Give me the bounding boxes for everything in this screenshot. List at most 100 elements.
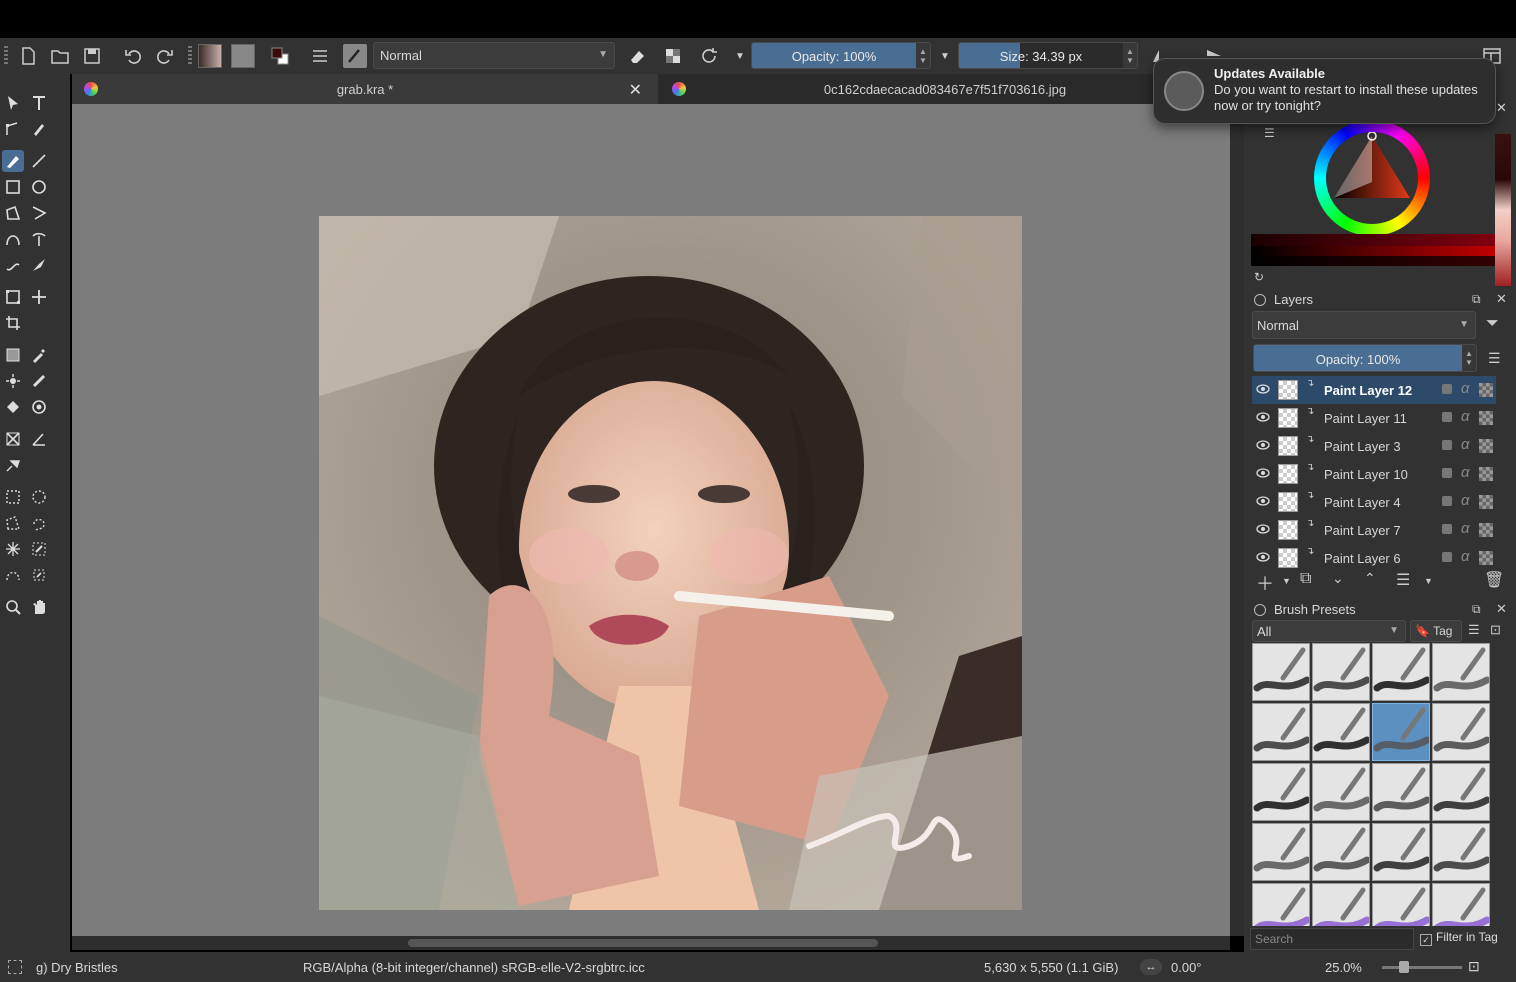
magnetic-select-icon[interactable]: [28, 564, 50, 586]
color-triangle[interactable]: [1330, 132, 1414, 212]
close-icon[interactable]: ✕: [1496, 601, 1507, 617]
alpha-lock-icon[interactable]: α: [1461, 520, 1470, 537]
size-spinner[interactable]: ▲ ▼: [1123, 43, 1137, 68]
ellipse-tool-icon[interactable]: [28, 176, 50, 198]
polygon-select-icon[interactable]: [2, 512, 24, 534]
layer-lock-icon[interactable]: [1442, 384, 1452, 394]
brush-preset-tile[interactable]: [1432, 883, 1490, 926]
visibility-eye-icon[interactable]: [1256, 439, 1270, 451]
lock-icon[interactable]: [1254, 603, 1266, 616]
gradient-tool-icon[interactable]: [2, 344, 24, 366]
zoom-tool-icon[interactable]: [2, 596, 24, 618]
current-brush-name[interactable]: g) Dry Bristles: [36, 960, 118, 975]
filter-icon[interactable]: ⏷: [1486, 315, 1499, 333]
brush-preset-tile[interactable]: [1432, 763, 1490, 821]
hamburger-menu-icon[interactable]: ☰: [1488, 350, 1501, 367]
pan-tool-icon[interactable]: [28, 596, 50, 618]
close-icon[interactable]: ✕: [1496, 100, 1507, 116]
brush-preset-tile[interactable]: [1432, 823, 1490, 881]
contiguous-select-icon[interactable]: [2, 538, 24, 560]
bezier-tool-icon[interactable]: [2, 228, 24, 250]
brush-preset-tile[interactable]: [1252, 883, 1310, 926]
filter-in-tag-checkbox[interactable]: ✓ Filter in Tag: [1420, 930, 1498, 946]
save-preset-icon[interactable]: ⊡: [1490, 622, 1501, 638]
brush-settings-icon[interactable]: [308, 44, 332, 68]
save-icon[interactable]: [80, 44, 104, 68]
brush-search-input[interactable]: Search: [1250, 928, 1414, 950]
calligraphy-icon[interactable]: [28, 118, 50, 140]
fill-tool-icon[interactable]: [2, 396, 24, 418]
horizontal-scrollbar[interactable]: [72, 936, 1230, 950]
alpha-lock-icon[interactable]: α: [1461, 380, 1470, 397]
gradient-swatch[interactable]: [198, 44, 222, 68]
alpha-lock-icon[interactable]: α: [1461, 436, 1470, 453]
layer-opacity-spinner[interactable]: ▲ ▼: [1462, 345, 1476, 371]
similar-select-icon[interactable]: [28, 538, 50, 560]
bezier-select-icon[interactable]: [2, 564, 24, 586]
line-tool-icon[interactable]: [28, 150, 50, 172]
move-tool-icon[interactable]: [28, 286, 50, 308]
measure-tool-icon[interactable]: [28, 428, 50, 450]
rectangle-tool-icon[interactable]: [2, 176, 24, 198]
list-icon[interactable]: ☰: [1264, 126, 1275, 140]
brush-preset-tile[interactable]: [1372, 823, 1430, 881]
rect-select-icon[interactable]: [2, 486, 24, 508]
layer-opacity-slider[interactable]: Opacity: 100% ▲ ▼: [1253, 344, 1477, 372]
layer-lock-icon[interactable]: [1442, 552, 1452, 562]
move-layer-down-icon[interactable]: ⌄: [1332, 570, 1344, 587]
tag-button[interactable]: 🔖 Tag: [1410, 620, 1462, 642]
chevron-down-icon[interactable]: ▼: [1424, 576, 1433, 586]
brush-preset-tile[interactable]: [1312, 703, 1370, 761]
brush-preset-tile[interactable]: [1252, 763, 1310, 821]
opacity-spinner[interactable]: ▲ ▼: [916, 43, 930, 68]
brush-preset-tile[interactable]: [1372, 883, 1430, 926]
visibility-eye-icon[interactable]: [1256, 551, 1270, 563]
visibility-eye-icon[interactable]: [1256, 411, 1270, 423]
close-icon[interactable]: ✕: [629, 80, 642, 100]
layer-row[interactable]: ↴ Paint Layer 7 α: [1252, 516, 1496, 544]
inherit-alpha-icon[interactable]: [1479, 495, 1493, 509]
blend-mode-select[interactable]: Normal ▼: [373, 42, 615, 69]
delete-layer-icon[interactable]: 🗑: [1484, 570, 1504, 590]
layer-row[interactable]: ↴ Paint Layer 12 α: [1252, 376, 1496, 404]
assistant-tool-icon[interactable]: [28, 370, 50, 392]
rotation-value[interactable]: 0.00°: [1171, 960, 1202, 975]
rotation-icon[interactable]: ↔: [1140, 959, 1162, 975]
polyline-tool-icon[interactable]: [28, 202, 50, 224]
brush-size-slider[interactable]: Size: 34.39 px ▲ ▼: [958, 42, 1138, 69]
brush-preset-tile[interactable]: [1372, 763, 1430, 821]
visibility-eye-icon[interactable]: [1256, 495, 1270, 507]
edit-shapes-icon[interactable]: [2, 118, 24, 140]
brush-preset-tile[interactable]: [1312, 883, 1370, 926]
multibrush-icon[interactable]: [28, 254, 50, 276]
brush-preset-tile[interactable]: [1432, 643, 1490, 701]
inherit-alpha-icon[interactable]: [1479, 523, 1493, 537]
ellipse-select-icon[interactable]: [28, 486, 50, 508]
layer-row[interactable]: ↴ Paint Layer 4 α: [1252, 488, 1496, 516]
layer-row[interactable]: ↴ Paint Layer 3 α: [1252, 432, 1496, 460]
inherit-alpha-icon[interactable]: [1479, 467, 1493, 481]
toolbar-grip[interactable]: [188, 46, 192, 66]
reference-image-icon[interactable]: [2, 454, 24, 476]
eraser-icon[interactable]: [625, 44, 649, 68]
dynamic-brush-icon[interactable]: [2, 254, 24, 276]
layer-lock-icon[interactable]: [1442, 468, 1452, 478]
freehand-select-icon[interactable]: [28, 512, 50, 534]
alpha-lock-icon[interactable]: α: [1461, 408, 1470, 425]
brush-preset-tile[interactable]: [1372, 643, 1430, 701]
canvas-area[interactable]: [72, 104, 1230, 936]
brush-preset-tile[interactable]: [1372, 703, 1430, 761]
vertical-scrollbar[interactable]: [1230, 104, 1244, 936]
add-layer-icon[interactable]: ＋: [1256, 570, 1274, 596]
open-folder-icon[interactable]: [48, 44, 72, 68]
crop-tool-icon[interactable]: [2, 312, 24, 334]
hamburger-menu-icon[interactable]: ☰: [1468, 622, 1480, 638]
smart-patch-icon[interactable]: [2, 370, 24, 392]
layer-lock-icon[interactable]: [1442, 524, 1452, 534]
select-shapes-icon[interactable]: [2, 92, 24, 114]
brush-preset-tile[interactable]: [1252, 643, 1310, 701]
move-layer-up-icon[interactable]: ⌃: [1364, 570, 1376, 587]
brush-preset-tile[interactable]: [1312, 823, 1370, 881]
color-slider-2[interactable]: [1251, 246, 1495, 256]
inherit-alpha-icon[interactable]: [1479, 551, 1493, 565]
